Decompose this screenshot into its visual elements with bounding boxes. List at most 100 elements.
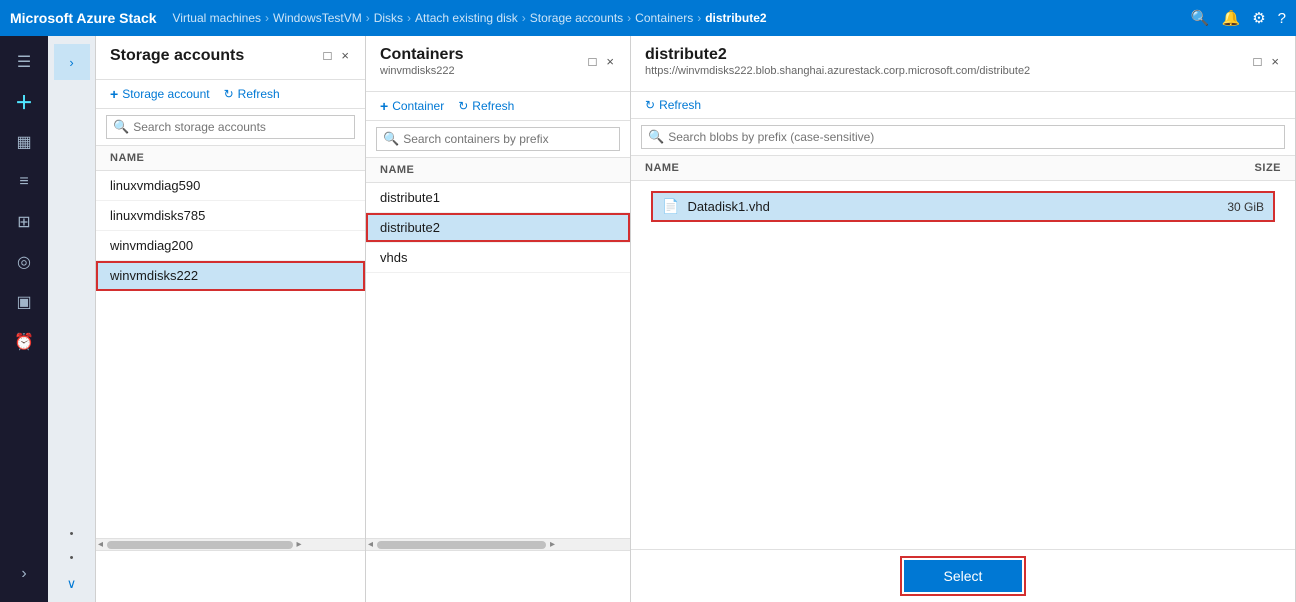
storage-list-header: NAME bbox=[96, 146, 365, 171]
blob-row-container: 📄 Datadisk1.vhd 30 GiB bbox=[631, 181, 1295, 232]
containers-blade-controls: □ × bbox=[587, 52, 616, 71]
distribute-blade-controls: □ × bbox=[1252, 52, 1281, 71]
breadcrumb-containers[interactable]: Containers bbox=[635, 11, 693, 25]
containers-search-input[interactable] bbox=[403, 132, 613, 146]
chevron-right-nav-icon: › bbox=[69, 55, 73, 70]
search-icon[interactable]: 🔍 bbox=[1191, 9, 1210, 27]
distribute-name-header: NAME bbox=[645, 162, 679, 174]
containers-search-box[interactable]: 🔍 bbox=[376, 127, 620, 151]
breadcrumb-disks[interactable]: Disks bbox=[374, 11, 403, 25]
refresh-storage-btn[interactable]: ↻ Refresh bbox=[224, 87, 280, 101]
distribute-minimize-btn[interactable]: □ bbox=[1252, 52, 1264, 71]
storage-scroll[interactable]: ◂ ▸ bbox=[96, 538, 365, 550]
containers-scroll[interactable]: ◂ ▸ bbox=[366, 538, 630, 550]
chevron-right-icon: › bbox=[21, 565, 26, 583]
search-distribute-icon: 🔍 bbox=[648, 129, 664, 145]
nav-dot-2[interactable]: • bbox=[70, 552, 74, 564]
storage-toolbar: + Storage account ↻ Refresh bbox=[96, 80, 365, 109]
resources-icon: ≡ bbox=[19, 173, 28, 191]
storage-search: 🔍 bbox=[96, 109, 365, 146]
distribute-list-header: NAME SIZE bbox=[631, 156, 1295, 181]
storage-search-input[interactable] bbox=[133, 120, 348, 134]
sidebar-storage[interactable]: ▣ bbox=[4, 284, 44, 320]
distribute1-item[interactable]: distribute1 bbox=[366, 183, 630, 213]
storage-name-header: NAME bbox=[110, 152, 144, 164]
breadcrumb: Virtual machines › WindowsTestVM › Disks… bbox=[173, 11, 1185, 25]
nav-panel-item[interactable]: › bbox=[54, 44, 90, 80]
sidebar-dashboard[interactable]: ▦ bbox=[4, 124, 44, 160]
list-item[interactable]: winvmdiag200 bbox=[96, 231, 365, 261]
distribute-close-btn[interactable]: × bbox=[1269, 52, 1281, 71]
sidebar-grid[interactable]: ⊞ bbox=[4, 204, 44, 240]
top-bar-icons: 🔍 🔔 ⚙ ? bbox=[1191, 9, 1286, 27]
storage-blade-controls: □ × bbox=[322, 46, 351, 65]
gear-icon[interactable]: ⚙ bbox=[1252, 9, 1265, 27]
containers-minimize-btn[interactable]: □ bbox=[587, 52, 599, 71]
sidebar-menu[interactable]: ☰ bbox=[4, 44, 44, 80]
containers-scroll-left[interactable]: ◂ bbox=[368, 539, 373, 550]
containers-scroll-right[interactable]: ▸ bbox=[550, 539, 555, 550]
clock-icon: ⏰ bbox=[14, 332, 34, 352]
breadcrumb-attach-disk[interactable]: Attach existing disk bbox=[415, 11, 518, 25]
list-item[interactable]: linuxvmdiag590 bbox=[96, 171, 365, 201]
bell-icon[interactable]: 🔔 bbox=[1222, 9, 1241, 27]
sidebar-clock[interactable]: ⏰ bbox=[4, 324, 44, 360]
sidebar-new[interactable]: ＋ bbox=[4, 84, 44, 120]
breadcrumb-virtual-machines[interactable]: Virtual machines bbox=[173, 11, 262, 25]
refresh-distribute-icon: ↻ bbox=[645, 98, 655, 112]
breadcrumb-storage-accounts[interactable]: Storage accounts bbox=[530, 11, 623, 25]
blob-size: 30 GiB bbox=[1227, 200, 1264, 214]
storage-close-btn[interactable]: × bbox=[339, 46, 351, 65]
nav-dot-1[interactable]: • bbox=[70, 528, 74, 540]
plus-icon: ＋ bbox=[15, 89, 33, 115]
distribute-search-input[interactable] bbox=[668, 130, 1278, 144]
search-storage-icon: 🔍 bbox=[113, 119, 129, 135]
sidebar: ☰ ＋ ▦ ≡ ⊞ ◎ ▣ ⏰ bbox=[0, 36, 48, 602]
containers-blade-subtitle: winvmdisks222 bbox=[380, 65, 464, 77]
refresh-containers-btn[interactable]: ↻ Refresh bbox=[458, 99, 514, 113]
datadisk-blob-row[interactable]: 📄 Datadisk1.vhd 30 GiB bbox=[651, 191, 1275, 222]
containers-blade-title: Containers bbox=[380, 46, 464, 64]
storage-blade-header: Storage accounts □ × bbox=[96, 36, 365, 80]
storage-minimize-btn[interactable]: □ bbox=[322, 46, 334, 65]
vhds-item[interactable]: vhds bbox=[366, 243, 630, 273]
sidebar-expand[interactable]: › bbox=[4, 556, 44, 592]
storage-blade-title: Storage accounts bbox=[110, 47, 244, 65]
top-bar: Microsoft Azure Stack Virtual machines ›… bbox=[0, 0, 1296, 36]
nav-panel: › • • ∨ bbox=[48, 36, 96, 602]
plus-container-icon: + bbox=[380, 98, 388, 114]
search-containers-icon: 🔍 bbox=[383, 131, 399, 147]
distribute-blade-header: distribute2 https://winvmdisks222.blob.s… bbox=[631, 36, 1295, 92]
storage-footer bbox=[96, 550, 365, 602]
nav-chevron-down[interactable]: ∨ bbox=[67, 576, 77, 592]
containers-search: 🔍 bbox=[366, 121, 630, 158]
distribute-blade: distribute2 https://winvmdisks222.blob.s… bbox=[631, 36, 1296, 602]
blob-name: Datadisk1.vhd bbox=[687, 199, 1227, 214]
distribute-footer: Select bbox=[631, 549, 1295, 602]
containers-list-header: NAME bbox=[366, 158, 630, 183]
grid-icon: ⊞ bbox=[17, 212, 30, 232]
winvmdisks222-item[interactable]: winvmdisks222 bbox=[96, 261, 365, 291]
distribute-list: NAME SIZE 📄 Datadisk1.vhd 30 GiB bbox=[631, 156, 1295, 549]
scroll-left-btn[interactable]: ◂ bbox=[98, 539, 103, 550]
sidebar-resources[interactable]: ≡ bbox=[4, 164, 44, 200]
storage-accounts-blade: Storage accounts □ × + Storage account bbox=[96, 36, 366, 602]
plus-storage-icon: + bbox=[110, 86, 118, 102]
distribute-search-box[interactable]: 🔍 bbox=[641, 125, 1285, 149]
scroll-right-btn[interactable]: ▸ bbox=[297, 539, 302, 550]
breadcrumb-windows-test-vm[interactable]: WindowsTestVM bbox=[273, 11, 362, 25]
add-storage-account-btn[interactable]: + Storage account bbox=[110, 86, 210, 102]
sidebar-network[interactable]: ◎ bbox=[4, 244, 44, 280]
refresh-containers-icon: ↻ bbox=[458, 99, 468, 113]
distribute2-item[interactable]: distribute2 bbox=[366, 213, 630, 243]
add-container-btn[interactable]: + Container bbox=[380, 98, 444, 114]
containers-name-header: NAME bbox=[380, 164, 414, 176]
refresh-distribute-btn[interactable]: ↻ Refresh bbox=[645, 98, 701, 112]
list-item[interactable]: linuxvmdisks785 bbox=[96, 201, 365, 231]
select-button[interactable]: Select bbox=[904, 560, 1023, 592]
storage-list: NAME linuxvmdiag590 linuxvmdisks785 winv… bbox=[96, 146, 365, 538]
help-icon[interactable]: ? bbox=[1278, 10, 1286, 27]
breadcrumb-distribute2[interactable]: distribute2 bbox=[705, 11, 766, 25]
storage-search-box[interactable]: 🔍 bbox=[106, 115, 355, 139]
containers-close-btn[interactable]: × bbox=[604, 52, 616, 71]
